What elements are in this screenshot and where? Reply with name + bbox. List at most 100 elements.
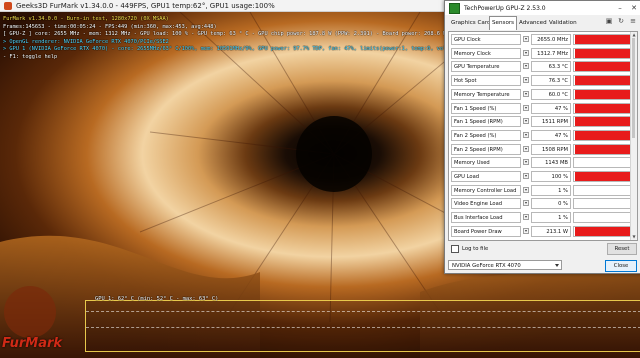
- reset-button[interactable]: Reset: [607, 243, 637, 255]
- sensor-graph-fill: [575, 35, 630, 44]
- sensor-row: GPU Temperature 63.3 °C: [451, 61, 631, 73]
- sensor-value: 100 %: [531, 171, 571, 182]
- minimize-icon[interactable]: –: [613, 4, 627, 12]
- temperature-graph-label: GPU 1: 62° C (min: 52° C - max: 63° C): [95, 296, 219, 302]
- furmark-overlay: FurMark v1.34.0.0 - Burn-in test, 1280x7…: [3, 16, 513, 62]
- scrollbar-thumb[interactable]: [632, 38, 635, 138]
- sensor-label: Fan 1 Speed (%): [451, 102, 521, 114]
- sensor-value: 47 %: [531, 129, 571, 141]
- sensor-dropdown-icon[interactable]: [523, 49, 529, 56]
- sensor-label: GPU Temperature: [451, 61, 521, 73]
- furmark-logo: FurMark: [2, 336, 63, 351]
- furmark-app-icon: [4, 1, 12, 10]
- scroll-down-icon[interactable]: ▼: [631, 234, 637, 240]
- sensor-dropdown-icon[interactable]: [523, 159, 529, 166]
- sensor-label: Fan 2 Speed (RPM): [451, 143, 521, 155]
- sensor-dropdown-icon[interactable]: [523, 145, 529, 152]
- sensor-label: Fan 1 Speed (RPM): [451, 116, 521, 128]
- sensor-row: Memory Controller Load 1 %: [451, 184, 631, 196]
- sensor-graph: [573, 157, 631, 169]
- sensor-value: 1312.7 MHz: [531, 47, 571, 59]
- sensor-value: 1511 RPM: [531, 116, 571, 128]
- sensor-value: 1508 RPM: [531, 143, 571, 155]
- sensor-graph-fill: [575, 144, 630, 154]
- menu-icon[interactable]: ≡: [629, 17, 637, 25]
- sensor-row: GPU Load 100 %: [451, 171, 631, 182]
- camera-icon[interactable]: ▣: [605, 17, 613, 25]
- sensor-graph-fill: [575, 172, 630, 181]
- sensor-graph: [573, 75, 631, 87]
- sensor-graph: [573, 34, 631, 45]
- sensor-value: 63.3 °C: [531, 61, 571, 73]
- overlay-line: [ GPU-Z ] core: 2655 MHz - mem: 1312 MHz…: [3, 31, 514, 38]
- sensor-row: Fan 1 Speed (RPM) 1511 RPM: [451, 116, 631, 128]
- gpu-select-value: NVIDIA GeForce RTX 4070: [452, 263, 521, 269]
- log-to-file[interactable]: Log to file: [451, 245, 488, 253]
- sensor-label: Memory Clock: [451, 47, 521, 59]
- sensor-dropdown-icon[interactable]: [523, 214, 529, 221]
- sensor-label: GPU Load: [451, 171, 521, 182]
- overlay-line: > GPU 1 (NVIDIA GeForce RTX 4070) - core…: [3, 46, 479, 53]
- tab-validation[interactable]: Validation: [547, 17, 579, 29]
- sensor-graph-fill: [575, 117, 630, 127]
- sensor-graph: [573, 225, 631, 237]
- sensor-value: 213.1 W: [531, 225, 571, 237]
- refresh-icon[interactable]: ↻: [617, 17, 625, 25]
- sensor-dropdown-icon[interactable]: [523, 118, 529, 125]
- sensor-row: Fan 2 Speed (%) 47 %: [451, 129, 631, 141]
- tab-advanced[interactable]: Advanced: [517, 17, 549, 29]
- sensor-row: GPU Chip Power Draw 189.2 W: [451, 239, 631, 242]
- sensor-value: 1 %: [531, 184, 571, 196]
- sensor-label: Memory Controller Load: [451, 184, 521, 196]
- chevron-down-icon: [555, 264, 559, 267]
- tab-sensors[interactable]: Sensors: [489, 16, 518, 30]
- close-button[interactable]: Close: [605, 260, 637, 272]
- sensor-dropdown-icon[interactable]: [523, 36, 529, 42]
- sensor-graph-fill: [575, 48, 630, 58]
- sensor-row: Video Engine Load 0 %: [451, 198, 631, 210]
- sensor-row: Bus Interface Load 1 %: [451, 212, 631, 224]
- sensor-scrollbar[interactable]: ▲ ▼: [630, 32, 637, 240]
- sensor-value: 1143 MB: [531, 157, 571, 169]
- sensor-dropdown-icon[interactable]: [523, 173, 529, 179]
- gpu-select[interactable]: NVIDIA GeForce RTX 4070: [448, 260, 562, 270]
- sensor-graph: [573, 88, 631, 100]
- close-icon[interactable]: ✕: [627, 4, 640, 12]
- sensor-graph-fill: [575, 130, 630, 140]
- sensor-row: Board Power Draw 213.1 W: [451, 225, 631, 237]
- sensor-graph-fill: [575, 226, 630, 236]
- sensor-graph: [573, 143, 631, 155]
- sensor-dropdown-icon[interactable]: [523, 90, 529, 97]
- sensor-graph: [573, 102, 631, 114]
- sensor-dropdown-icon[interactable]: [523, 104, 529, 111]
- sensor-label: Hot Spot: [451, 75, 521, 87]
- gpuz-app-icon: [449, 2, 460, 14]
- furmark-window-title: Geeks3D FurMark v1.34.0.0 - 449FPS, GPU1…: [16, 1, 275, 10]
- sensor-graph-fill: [575, 76, 630, 86]
- sensor-list: GPU Clock 2655.0 MHz Memory Clock 1312.7 MH…: [448, 31, 638, 241]
- sensor-row: GPU Clock 2655.0 MHz: [451, 34, 631, 45]
- sensor-graph: [573, 61, 631, 73]
- sensor-dropdown-icon[interactable]: [523, 200, 529, 207]
- tab-graphics-card[interactable]: Graphics Card: [449, 17, 493, 29]
- sensor-label: Bus Interface Load: [451, 212, 521, 224]
- sensor-label: GPU Chip Power Draw: [451, 239, 521, 240]
- gpuz-titlebar[interactable]: TechPowerUp GPU-Z 2.53.0 – ✕: [445, 1, 640, 15]
- sensor-value: 76.3 °C: [531, 75, 571, 87]
- sensor-graph: [573, 47, 631, 59]
- sensor-label: Board Power Draw: [451, 225, 521, 237]
- sensor-dropdown-icon[interactable]: [523, 186, 529, 193]
- sensor-dropdown-icon[interactable]: [523, 227, 529, 234]
- sensor-dropdown-icon[interactable]: [523, 63, 529, 70]
- sensor-graph: [573, 129, 631, 141]
- sensor-graph-fill: [575, 241, 630, 242]
- sensor-graph-fill: [575, 103, 630, 113]
- sensor-dropdown-icon[interactable]: [523, 131, 529, 138]
- sensor-row: Hot Spot 76.3 °C: [451, 75, 631, 87]
- sensor-label: Video Engine Load: [451, 198, 521, 210]
- sensor-graph: [573, 239, 631, 242]
- log-to-file-checkbox[interactable]: [451, 245, 459, 253]
- sensor-dropdown-icon[interactable]: [523, 77, 529, 84]
- sensor-graph: [573, 116, 631, 128]
- sensor-row: Memory Clock 1312.7 MHz: [451, 47, 631, 59]
